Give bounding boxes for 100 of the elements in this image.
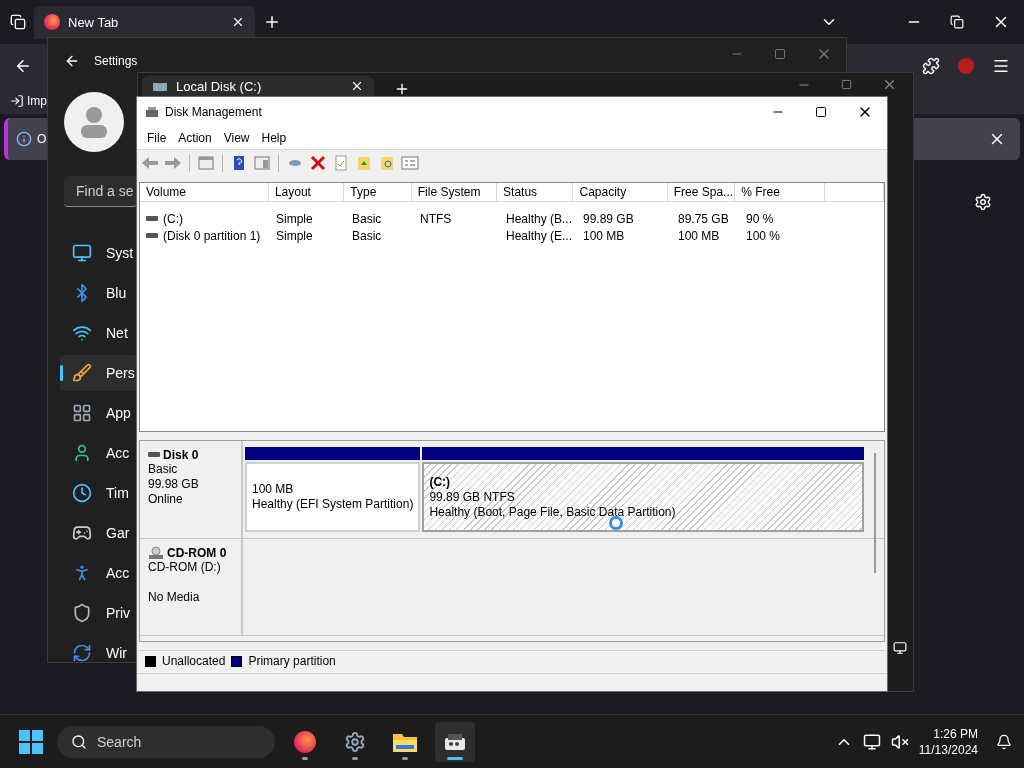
table-cell-text: NTFS	[419, 211, 453, 226]
gamepad-icon	[72, 523, 92, 543]
monitor-icon[interactable]	[862, 732, 881, 751]
search-icon	[71, 733, 87, 750]
disk-drive-icon	[145, 106, 159, 118]
puzzle-icon[interactable]	[922, 57, 940, 75]
column-header[interactable]: Volume	[140, 183, 269, 201]
partition-label: (C:)	[429, 474, 452, 490]
tab-list-icon[interactable]	[10, 14, 26, 30]
table-cell-text: 100 MB	[582, 228, 626, 243]
search-field[interactable]: Search	[57, 725, 275, 758]
firefox-icon	[294, 730, 316, 753]
mute-icon[interactable]	[890, 732, 909, 751]
scrollbar-thumb[interactable]	[874, 453, 876, 573]
nav-item[interactable]: Gar	[60, 515, 137, 551]
disk-name: Disk 0	[148, 447, 241, 462]
menu-item[interactable]: File	[141, 131, 173, 145]
browser-tab[interactable]: New Tab	[34, 5, 255, 39]
import-icon	[10, 94, 24, 108]
table-cell: (C:)	[163, 211, 183, 226]
table-cell: (Disk 0 partition 1)	[163, 228, 261, 243]
drive-icon	[146, 216, 158, 221]
menu-icon[interactable]	[992, 57, 1010, 75]
bell-icon[interactable]	[996, 733, 1012, 750]
explorer-tab[interactable]: Local Disk (C:)	[142, 76, 374, 96]
start-icon[interactable]	[19, 729, 43, 754]
nav-item[interactable]: Wir	[60, 635, 137, 671]
partition-block[interactable]: 100 MB Healthy (EFI System Partition)	[245, 462, 421, 532]
monitor-icon[interactable]	[893, 641, 907, 655]
clock-icon	[72, 483, 92, 503]
nav-item[interactable]: Acc	[60, 555, 137, 591]
table-cell-text: 100 MB	[677, 228, 721, 243]
menu-item[interactable]: Help	[255, 131, 293, 145]
window-title: Settings	[94, 54, 138, 68]
new-tab-icon[interactable]	[263, 13, 281, 31]
folder-search-icon[interactable]	[378, 155, 396, 171]
nav-item[interactable]: Syst	[60, 235, 137, 271]
partition-status: Healthy (EFI System Partition)	[252, 497, 414, 512]
table-cell-text: 89.75 GB	[677, 211, 730, 226]
restore-icon[interactable]	[950, 15, 964, 29]
settings-icon[interactable]	[974, 193, 992, 211]
column-header[interactable]: Status	[497, 183, 574, 201]
close-icon[interactable]	[231, 15, 245, 29]
menu-item[interactable]: View	[217, 131, 256, 145]
new-tab-icon[interactable]	[394, 81, 410, 97]
cd-drive-icon	[148, 545, 164, 560]
refresh-icon	[72, 643, 92, 663]
table-cell-text: Simple	[275, 228, 314, 243]
table-cell-text: Healthy (B...	[505, 211, 574, 226]
partition-block[interactable]: (C:) 99.89 GB NTFS Healthy (Boot, Page File, Basic Data Partition)	[422, 462, 864, 532]
table-cell-text: Basic	[351, 211, 383, 226]
disk-detail: No Media	[148, 590, 201, 605]
close-icon[interactable]	[350, 79, 364, 93]
window-title: Disk Management	[165, 105, 262, 119]
folder-up-icon[interactable]	[355, 155, 373, 171]
gear-icon	[344, 730, 366, 753]
column-header[interactable]: Free Spa...	[667, 183, 736, 201]
brush-icon	[72, 363, 92, 383]
clock[interactable]: 1:26 PM 11/13/2024	[918, 726, 978, 757]
taskbar-app[interactable]	[435, 721, 475, 762]
legend-label: Unallocated	[162, 654, 226, 668]
person-icon	[72, 443, 92, 463]
nav-item[interactable]: Priv	[60, 595, 137, 631]
apps-grid-icon	[72, 403, 92, 423]
disk-detail: Online	[148, 492, 184, 507]
selection-pill	[60, 365, 63, 381]
column-header[interactable]: Type	[344, 183, 412, 201]
nav-item[interactable]: Tim	[60, 475, 137, 511]
delete-icon[interactable]	[309, 155, 327, 171]
nav-item[interactable]: Net	[60, 315, 137, 351]
disk-drive-icon	[443, 731, 467, 752]
bookmark-link[interactable]: Imp	[27, 94, 47, 108]
table-cell-text: Basic	[351, 228, 383, 243]
search-field[interactable]: Find a se	[64, 176, 137, 207]
nav-item[interactable]: Acc	[60, 435, 137, 471]
table-cell-text: 100 %	[745, 228, 782, 243]
menu-item[interactable]: Action	[172, 131, 218, 145]
disk-detail: CD-ROM (D:)	[148, 560, 222, 575]
column-header[interactable]: Layout	[268, 183, 345, 201]
shield-icon	[72, 603, 92, 623]
table-cell-text: 99.89 GB	[582, 211, 635, 226]
info-icon	[16, 131, 32, 147]
disk-name: CD-ROM 0	[148, 545, 241, 560]
table-cell-text: Healthy (E...	[505, 228, 574, 243]
column-header[interactable]: Capacity	[573, 183, 668, 201]
partition-size: 99.89 GB NTFS	[429, 489, 516, 505]
partition-size: 100 MB	[252, 482, 295, 497]
monitor-icon	[72, 243, 92, 263]
drive-icon	[146, 233, 158, 238]
column-header[interactable]: % Free	[735, 183, 826, 201]
disk-detail: Basic	[148, 462, 179, 477]
maximize-icon[interactable]	[815, 106, 827, 118]
checklist-icon[interactable]	[332, 155, 350, 171]
nav-item[interactable]: Pers	[60, 355, 137, 391]
nav-item[interactable]: App	[60, 395, 137, 431]
table-cell-text: Simple	[275, 211, 314, 226]
disk-detail: 99.98 GB	[148, 477, 200, 492]
column-header[interactable]: File System	[411, 183, 498, 201]
wifi-icon	[72, 323, 92, 343]
nav-item[interactable]: Blu	[60, 275, 137, 311]
